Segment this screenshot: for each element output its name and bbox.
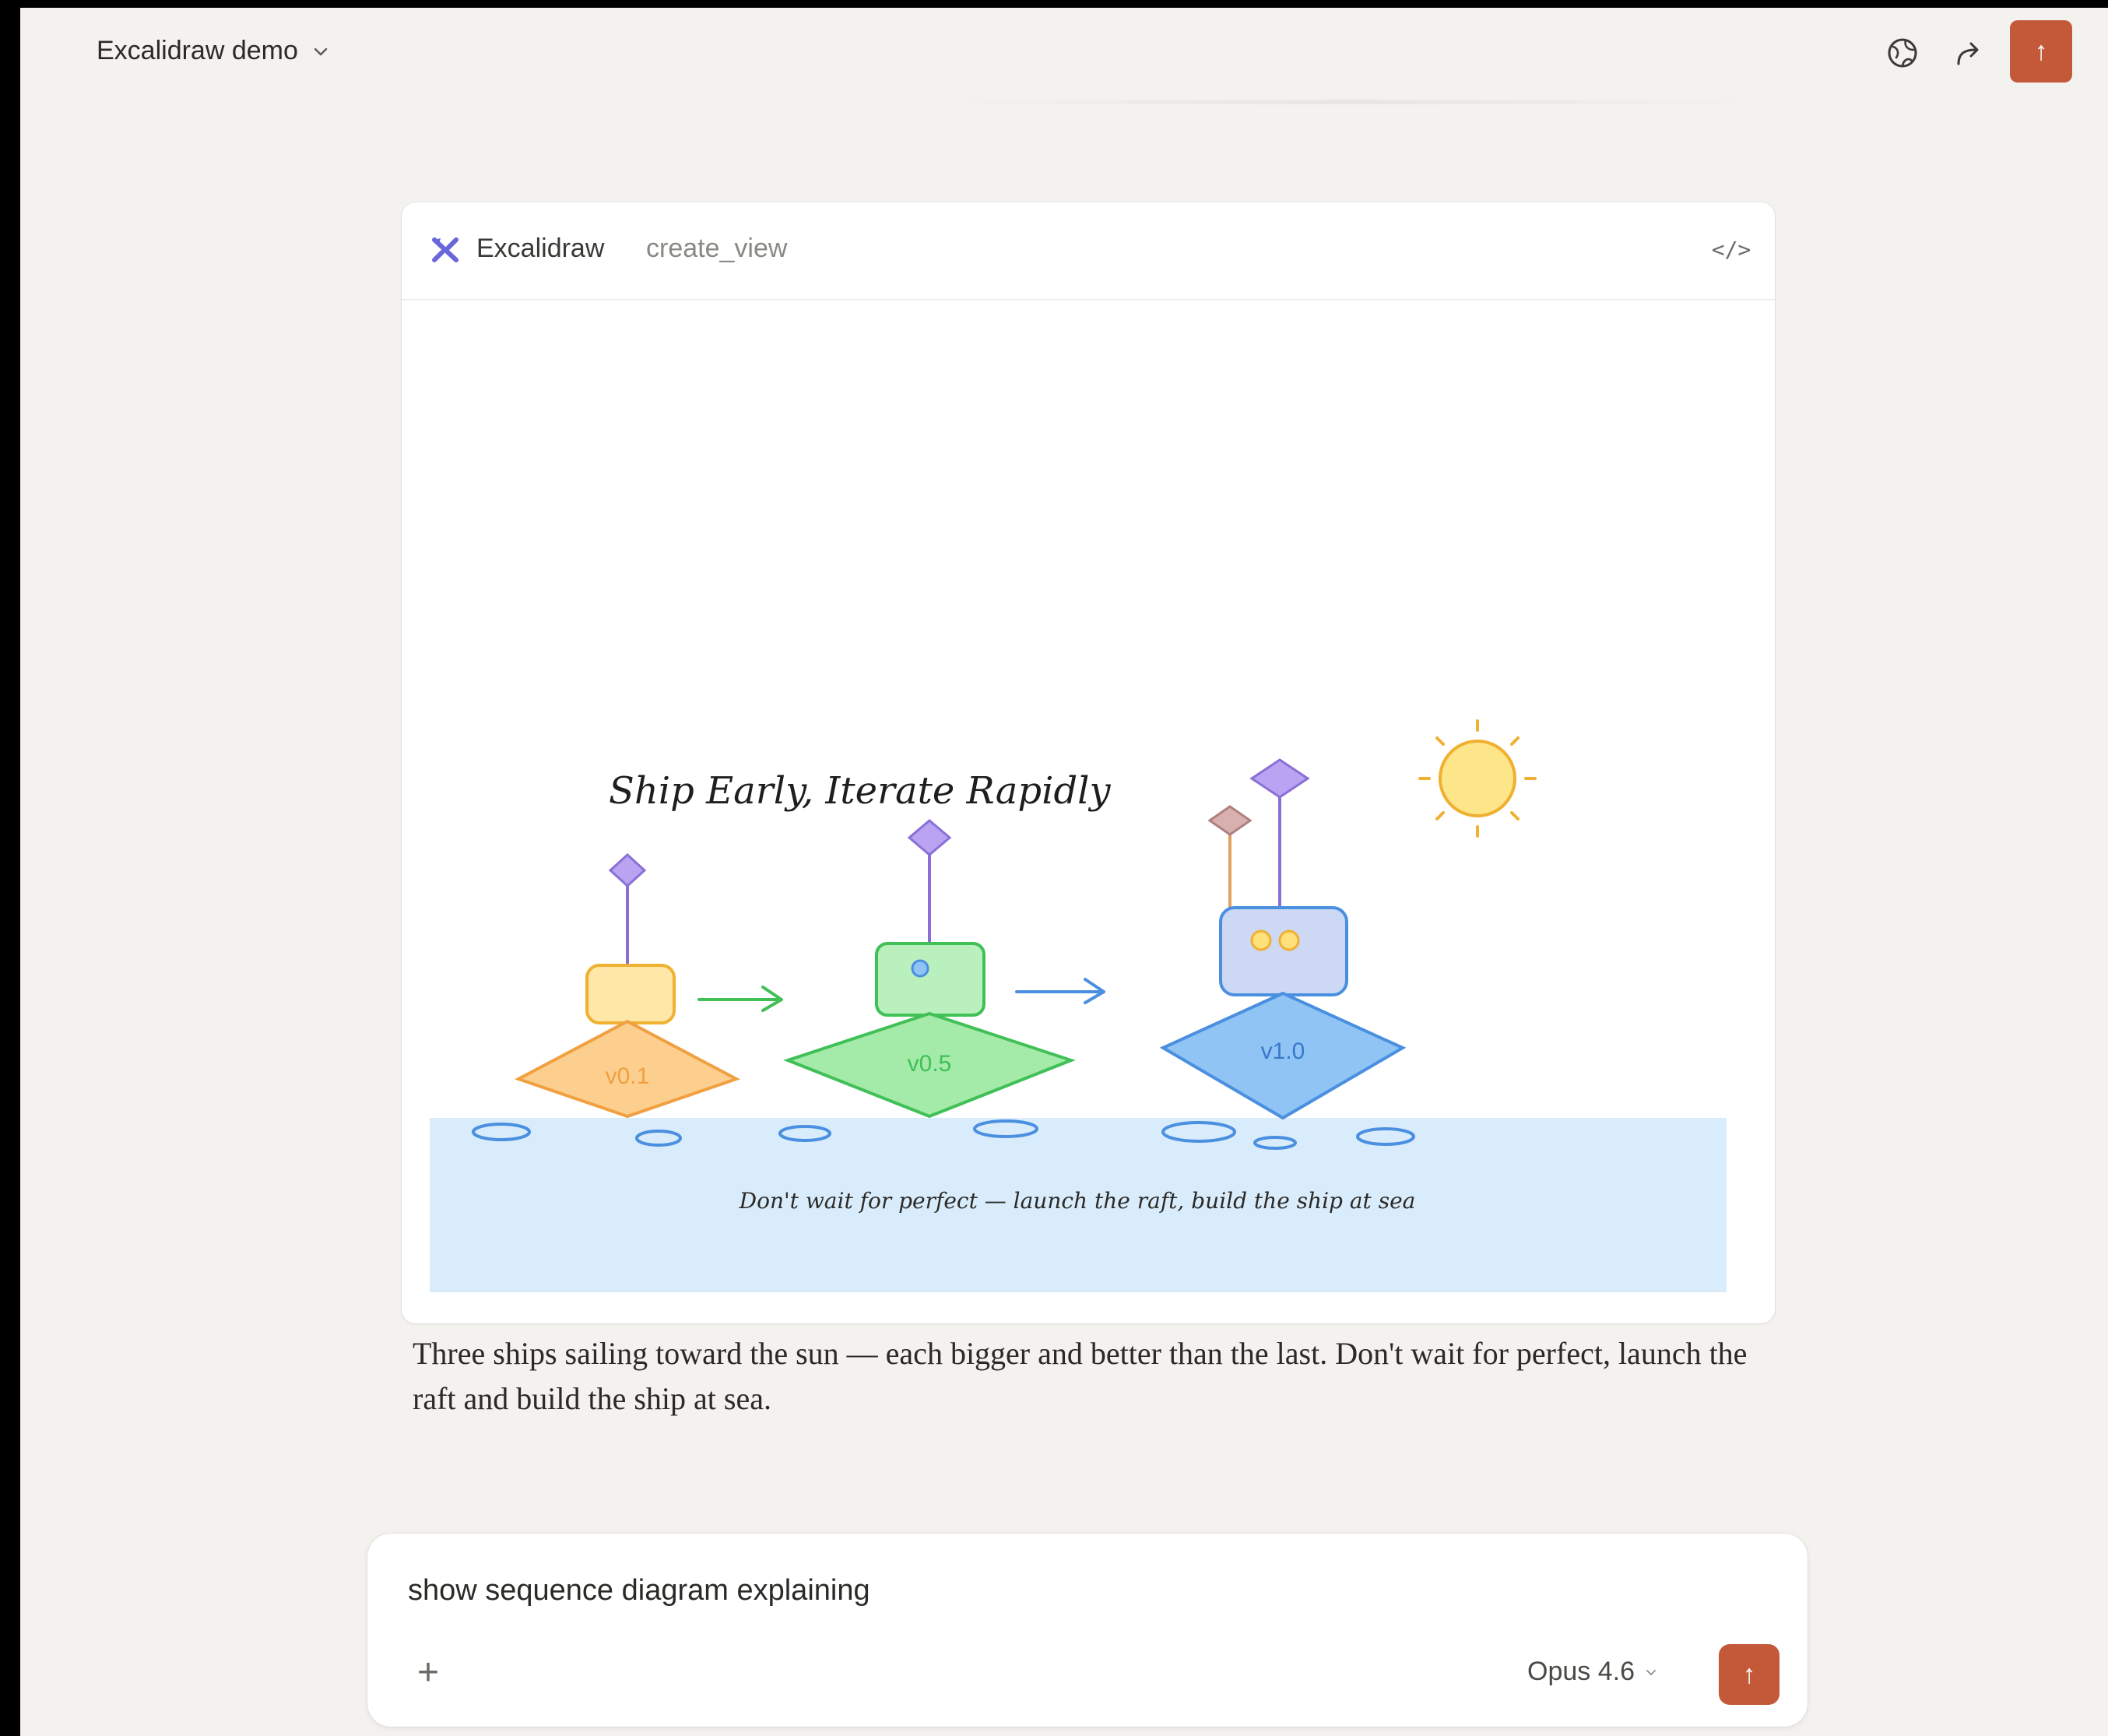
porthole xyxy=(1250,929,1272,951)
flag-icon xyxy=(1249,758,1310,799)
model-selector[interactable]: Opus 4.6 xyxy=(1527,1657,1658,1687)
account-button-glyph: ↑ xyxy=(2034,36,2048,66)
drawing-title: Ship Early, Iterate Rapidly xyxy=(609,769,1112,813)
flag-icon xyxy=(907,819,952,856)
ship-label: v1.0 xyxy=(1261,1038,1305,1064)
ship-v0-5: v0.5 xyxy=(783,819,1076,1119)
artifact-card: Excalidraw create_view </> Ship Early, I… xyxy=(402,202,1775,1323)
view-code-button[interactable]: </> xyxy=(1712,232,1751,266)
flag-icon xyxy=(1207,805,1253,836)
prompt-input[interactable] xyxy=(408,1571,1731,1610)
ship-label: v0.5 xyxy=(908,1051,952,1077)
ship-v1-0: v1.0 xyxy=(1159,758,1407,1120)
share-icon xyxy=(1957,42,1979,65)
drawing-svg: Ship Early, Iterate Rapidly v0.1 v0.5 v1… xyxy=(430,719,1727,1292)
share-button[interactable] xyxy=(1948,31,1991,75)
porthole xyxy=(911,959,929,978)
account-button[interactable]: ↑ xyxy=(2010,20,2072,83)
porthole xyxy=(1278,929,1300,951)
excalidraw-icon xyxy=(432,237,458,262)
send-button[interactable]: ↑ xyxy=(1719,1644,1780,1705)
globe-icon xyxy=(1888,38,1917,68)
chevron-down-icon xyxy=(1646,1669,1656,1675)
chevron-down-icon xyxy=(314,47,328,55)
header-divider xyxy=(939,100,1764,104)
arrow-right-icon xyxy=(697,986,783,1012)
add-attachment-button[interactable]: + xyxy=(408,1651,448,1693)
excalidraw-canvas[interactable]: Ship Early, Iterate Rapidly v0.1 v0.5 v1… xyxy=(402,300,1775,1323)
model-name: Opus 4.6 xyxy=(1527,1657,1635,1686)
flag-icon xyxy=(608,852,647,888)
globe-button[interactable] xyxy=(1881,31,1924,75)
conversation-title: Excalidraw demo xyxy=(97,36,298,65)
tool-name: Excalidraw xyxy=(476,234,605,263)
arrow-up-icon: ↑ xyxy=(1742,1659,1756,1689)
top-bar: Excalidraw demo ↑ xyxy=(20,8,2108,104)
ship-v0-1: v0.1 xyxy=(514,852,741,1119)
assistant-message: Three ships sailing toward the sun — eac… xyxy=(413,1336,1748,1416)
arrow-right-icon xyxy=(1015,978,1105,1004)
tool-function-name: create_view xyxy=(646,234,788,263)
artifact-header: Excalidraw create_view </> xyxy=(402,202,1775,300)
conversation-title-dropdown[interactable]: Excalidraw demo xyxy=(97,36,329,66)
plus-icon: + xyxy=(416,1651,440,1693)
composer: + Opus 4.6 ↑ xyxy=(367,1534,1808,1727)
sun-icon xyxy=(1418,719,1537,838)
ship-label: v0.1 xyxy=(606,1063,650,1089)
app-window: Excalidraw demo ↑ Excalidraw create_view… xyxy=(20,8,2108,1736)
drawing-caption: Don't wait for perfect — launch the raft… xyxy=(739,1188,1416,1214)
